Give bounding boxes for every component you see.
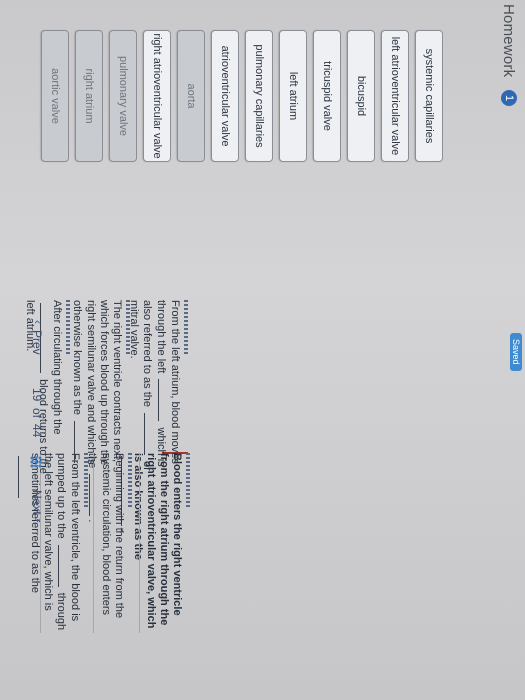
saved-status-badge: Saved — [510, 333, 522, 371]
tile-aortic-valve[interactable]: aortic valve — [41, 30, 69, 162]
tile-right-atrium[interactable]: right atrium — [75, 30, 103, 162]
next-button[interactable]: Next — [30, 490, 44, 515]
tile-pulmonary-valve[interactable]: pulmonary valve — [109, 30, 137, 162]
tile-label: aortic valve — [49, 68, 61, 124]
homework-badge: 1 — [501, 90, 517, 106]
homework-page: Homework 1 Saved systemic capillaries le… — [0, 0, 525, 700]
drag-handle-icon[interactable] — [184, 300, 188, 356]
homework-title[interactable]: Homework — [500, 4, 517, 77]
answer-blank[interactable] — [158, 379, 168, 422]
tile-label: atrioventricular valve — [219, 45, 231, 147]
page-current: 19 — [30, 388, 44, 402]
tile-label: pulmonary valve — [117, 55, 129, 137]
tile-tricuspid-valve[interactable]: tricuspid valve — [313, 30, 341, 162]
tile-label: systemic capillaries — [423, 48, 435, 144]
question-text-end: . — [71, 466, 83, 470]
tile-left-atrium[interactable]: left atrium — [279, 30, 307, 162]
grid-icon[interactable] — [30, 456, 42, 468]
answer-blank[interactable] — [144, 413, 154, 456]
question-text: After circulating through the — [51, 300, 63, 435]
screen: Homework 1 Saved systemic capillaries le… — [0, 0, 525, 700]
prev-button[interactable]: Prev — [30, 330, 44, 355]
tile-label: pulmonary capillaries — [253, 44, 265, 148]
answer-blank[interactable] — [89, 474, 99, 517]
tile-pulmonary-capillaries[interactable]: pulmonary capillaries — [245, 30, 273, 162]
page-of: of — [30, 408, 44, 419]
tile-label: left atrioventricular valve — [389, 36, 401, 156]
question-4: From the left atrium, blood moves throug… — [127, 300, 188, 480]
tile-label: right atrioventricular valve — [151, 33, 163, 159]
tile-label: bicuspid — [355, 75, 367, 117]
tile-right-atrioventricular-valve[interactable]: right atrioventricular valve — [143, 30, 171, 162]
prev-chevron-icon[interactable]: ‹ — [31, 320, 45, 324]
tile-label: aorta — [185, 83, 197, 109]
page-total: 44 — [30, 424, 44, 438]
tile-label: tricuspid valve — [321, 61, 333, 131]
tile-left-atrioventricular-valve[interactable]: left atrioventricular valve — [381, 30, 409, 162]
tile-atrioventricular-valve[interactable]: atrioventricular valve — [211, 30, 239, 162]
drag-handle-icon[interactable] — [126, 300, 130, 356]
next-chevron-icon[interactable]: › — [31, 518, 45, 522]
tile-label: left atrium — [287, 71, 299, 121]
divider — [139, 453, 140, 633]
tile-aorta[interactable]: aorta — [177, 30, 205, 162]
pagination: ‹ Prev 19 of 44 Next › — [25, 320, 45, 620]
question-5: The right ventricle contracts next, whic… — [70, 300, 130, 480]
tile-label: right atrium — [83, 68, 95, 124]
header: Homework 1 Saved — [485, 0, 525, 700]
answer-blank[interactable] — [58, 544, 68, 587]
tile-systemic-capillaries[interactable]: systemic capillaries — [415, 30, 443, 162]
answer-blank[interactable] — [74, 421, 84, 464]
drag-handle-icon[interactable] — [66, 300, 70, 356]
tile-bicuspid[interactable]: bicuspid — [347, 30, 375, 162]
divider — [93, 453, 94, 633]
